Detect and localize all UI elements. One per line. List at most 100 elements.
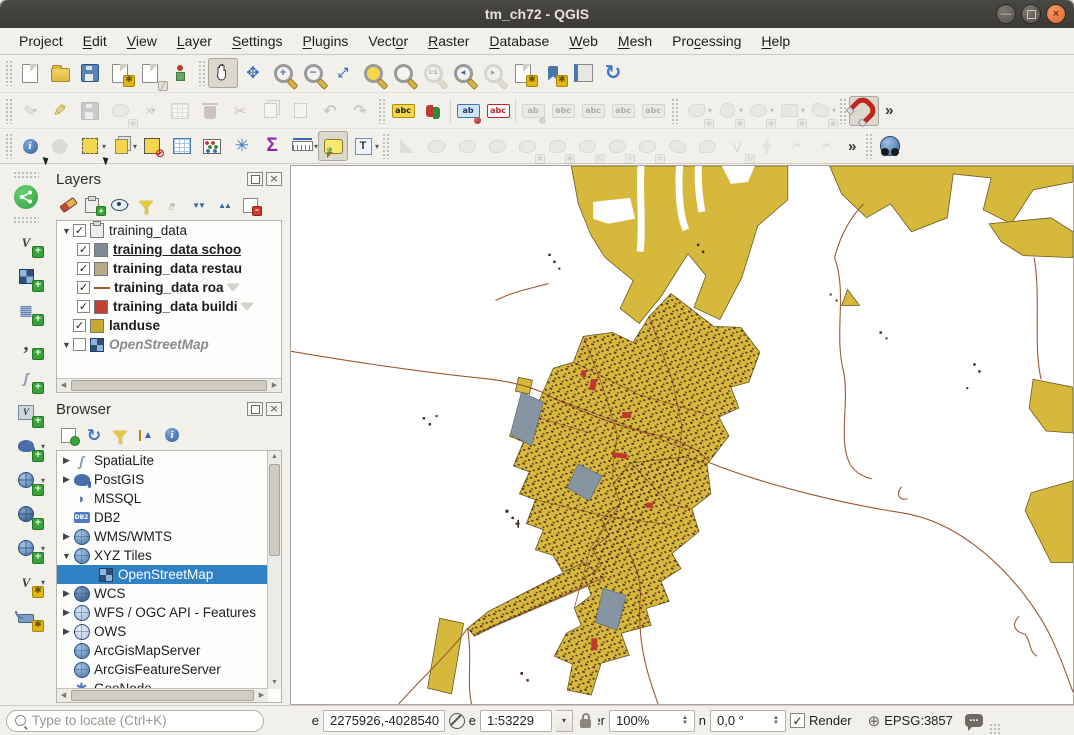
digitize-ellipse-button[interactable]: ✱ xyxy=(743,96,773,126)
open-attribute-table-button[interactable] xyxy=(167,131,197,161)
browser-item[interactable]: ArcGisFeatureServer xyxy=(57,660,281,679)
float-panel-button[interactable] xyxy=(247,172,263,186)
toolbar-grip[interactable] xyxy=(865,133,872,159)
browser-item-selected[interactable]: OpenStreetMap xyxy=(57,565,281,584)
zoom-full-button[interactable]: ⤢ xyxy=(328,58,358,88)
rotation-spinner[interactable]: 0,0 °▲▼ xyxy=(710,710,786,732)
identify-features-button[interactable]: i xyxy=(15,131,45,161)
scroll-left-icon[interactable]: ◀ xyxy=(57,690,70,702)
run-feature-action-button[interactable]: ▾ xyxy=(45,131,75,161)
pan-to-selection-button[interactable]: ✥ xyxy=(238,58,268,88)
layer-label[interactable]: training_data roa xyxy=(114,280,224,295)
add-wcs-layer-button[interactable]: + xyxy=(8,497,44,531)
browser-item[interactable]: ▶WFS / OGC API - Features xyxy=(57,603,281,622)
zoom-last-button[interactable]: ◂ xyxy=(448,58,478,88)
offset-point-symbols-button[interactable]: ✂ xyxy=(812,131,842,161)
layer-checkbox[interactable] xyxy=(73,338,86,351)
browser-item[interactable]: DB2DB2 xyxy=(57,508,281,527)
scale-dropdown-button[interactable]: ▾ xyxy=(556,710,573,732)
scroll-right-icon[interactable]: ▶ xyxy=(268,380,281,392)
layer-row[interactable]: ✓ landuse xyxy=(57,316,281,335)
scroll-right-icon[interactable]: ▶ xyxy=(255,690,268,702)
layer-group-row[interactable]: ▼ ✓ training_data xyxy=(57,221,281,240)
toolbar-grip[interactable] xyxy=(5,60,12,86)
avoid-intersections-button[interactable]: ╬ xyxy=(752,131,782,161)
layer-swatch[interactable] xyxy=(94,300,108,314)
zoom-to-selection-button[interactable] xyxy=(358,58,388,88)
browser-item-label[interactable]: WCS xyxy=(94,586,126,601)
save-project-button[interactable] xyxy=(75,58,105,88)
add-point-cloud-layer-button[interactable]: ✱ xyxy=(8,599,44,633)
menu-help[interactable]: Help xyxy=(752,30,799,52)
reshape-features-button[interactable]: ▾ xyxy=(422,131,452,161)
spin-down-icon[interactable]: ▼ xyxy=(682,721,688,726)
layer-label[interactable]: OpenStreetMap xyxy=(109,337,209,352)
split-features-button[interactable] xyxy=(452,131,482,161)
pin-labels-button[interactable]: ab xyxy=(453,96,483,126)
add-spatialite-layer-button[interactable]: ʃ+ xyxy=(8,361,44,395)
browser-item-label[interactable]: OpenStreetMap xyxy=(118,567,213,582)
browser-item[interactable]: ▶WCS xyxy=(57,584,281,603)
delete-selected-button[interactable] xyxy=(195,96,225,126)
expand-all-button[interactable]: ▼▼ xyxy=(186,193,210,217)
layer-swatch[interactable] xyxy=(94,262,108,276)
expand-arrow-icon[interactable]: ▶ xyxy=(60,455,73,466)
deselect-features-button[interactable]: ⊘ xyxy=(137,131,167,161)
toolbar-grip[interactable] xyxy=(671,98,678,124)
refresh-map-button[interactable]: ↻ xyxy=(598,58,628,88)
collapse-all-button[interactable]: ▲ xyxy=(134,423,158,447)
toolbar-grip[interactable] xyxy=(5,133,12,159)
expand-arrow-icon[interactable]: ▶ xyxy=(60,474,73,485)
layer-checkbox[interactable]: ✓ xyxy=(77,262,90,275)
render-checkbox[interactable]: ✓ xyxy=(790,713,805,728)
layer-checkbox[interactable]: ✓ xyxy=(73,224,86,237)
layer-row[interactable]: ▼ OpenStreetMap xyxy=(57,335,281,354)
scrollbar-thumb[interactable] xyxy=(71,690,254,701)
digitize-rectangle-button[interactable]: ✱ xyxy=(774,96,804,126)
digitize-feature-button[interactable]: ✱ xyxy=(105,96,135,126)
change-label-button[interactable]: abc xyxy=(638,96,668,126)
menu-plugins[interactable]: Plugins xyxy=(293,30,357,52)
layer-label[interactable]: training_data xyxy=(109,223,187,238)
osm-place-search-button[interactable] xyxy=(875,131,905,161)
snapping-toggle-button[interactable] xyxy=(849,96,879,126)
maximize-button[interactable] xyxy=(1021,4,1041,24)
browser-item[interactable]: ▶WMS/WMTS xyxy=(57,527,281,546)
zoom-next-button[interactable]: ▸ xyxy=(478,58,508,88)
menu-view[interactable]: View xyxy=(118,30,166,52)
browser-horizontal-scrollbar[interactable]: ◀ ▶ xyxy=(57,688,268,702)
toolbar-grip[interactable] xyxy=(382,133,389,159)
new-print-layout-button[interactable]: ✱ xyxy=(105,58,135,88)
filter-browser-button[interactable] xyxy=(108,423,132,447)
measure-button[interactable] xyxy=(287,131,317,161)
open-project-button[interactable] xyxy=(45,58,75,88)
layer-label[interactable]: training_data schoo xyxy=(113,242,241,257)
open-layer-styling-button[interactable] xyxy=(56,193,80,217)
new-project-button[interactable] xyxy=(15,58,45,88)
modify-attributes-button[interactable] xyxy=(165,96,195,126)
merge-attributes-button[interactable]: ✱ xyxy=(542,131,572,161)
zoom-out-button[interactable]: − xyxy=(298,58,328,88)
scrollbar-thumb[interactable] xyxy=(71,380,267,391)
remove-layer-button[interactable]: – xyxy=(238,193,262,217)
layer-label[interactable]: landuse xyxy=(109,318,160,333)
extents-toggle-icon[interactable] xyxy=(449,713,465,729)
float-panel-button[interactable] xyxy=(247,402,263,416)
locator-search-input[interactable]: Type to locate (Ctrl+K) xyxy=(6,710,264,732)
toolbar-grip[interactable] xyxy=(5,98,12,124)
toolbar-overflow-button[interactable]: » xyxy=(879,102,899,119)
show-bookmarks-button[interactable]: ✱ xyxy=(538,58,568,88)
toolbar-grip[interactable] xyxy=(13,171,39,178)
add-vector-layer-button[interactable]: V+ xyxy=(8,225,44,259)
close-panel-button[interactable]: × xyxy=(266,172,282,186)
spin-down-icon[interactable]: ▼ xyxy=(773,721,779,726)
layer-row[interactable]: ✓ training_data roa xyxy=(57,278,281,297)
add-postgis-layer-button[interactable]: +▾ xyxy=(8,429,44,463)
copy-features-button[interactable] xyxy=(255,96,285,126)
rotate-feature-button[interactable]: ↻ xyxy=(572,131,602,161)
expand-arrow-icon[interactable]: ▶ xyxy=(60,607,73,618)
browser-item-label[interactable]: DB2 xyxy=(94,510,120,525)
add-vector-tile-layer-button[interactable]: V✱▾ xyxy=(8,565,44,599)
messages-button[interactable]: … xyxy=(965,714,983,727)
browser-item-label[interactable]: WMS/WMTS xyxy=(94,529,172,544)
